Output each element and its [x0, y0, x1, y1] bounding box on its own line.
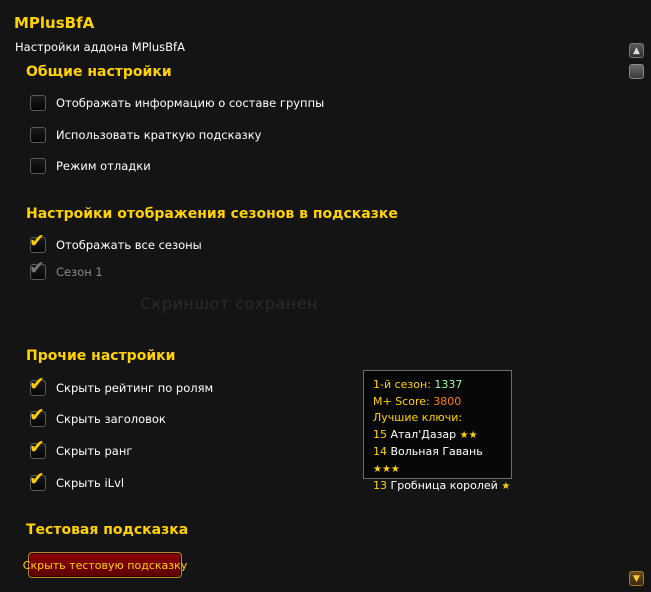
key-level: 14	[373, 445, 387, 458]
option-hide-header[interactable]: ✔ Скрыть заголовок	[29, 406, 166, 429]
option-show-group-info[interactable]: Отображать информацию о составе группы	[30, 93, 324, 113]
scrollbar-thumb[interactable]	[629, 64, 644, 79]
tooltip-season-key: 1-й сезон:	[373, 378, 431, 391]
key-level: 15	[373, 427, 387, 441]
checkmark-icon: ✔	[29, 373, 45, 395]
option-label: Сезон 1	[56, 265, 103, 279]
tooltip-score-value: 3800	[433, 394, 462, 408]
option-label: Режим отладки	[56, 159, 151, 173]
tooltip-best-keys-label: Лучшие ключи:	[373, 411, 463, 424]
option-label: Скрыть заголовок	[56, 412, 166, 426]
key-level: 13	[373, 479, 387, 492]
tooltip-key-row: 14 Вольная Гавань ★★★	[373, 444, 511, 478]
checkbox-season-1: ✔	[29, 259, 46, 280]
checkmark-icon: ✔	[29, 257, 45, 279]
option-label: Отображать все сезоны	[56, 238, 202, 252]
general-settings-header: Общие настройки	[26, 64, 172, 80]
tooltip-key-row: 15 Атал'Дазар ★★	[373, 427, 511, 445]
scroll-down-button[interactable]: ▼	[629, 571, 644, 586]
option-label: Отображать информацию о составе группы	[56, 96, 325, 110]
checkbox-debug-mode[interactable]	[30, 158, 46, 174]
option-debug-mode[interactable]: Режим отладки	[30, 156, 151, 176]
settings-subtitle: Настройки аддона MPlusBfA	[15, 40, 185, 54]
option-label: Скрыть iLvl	[56, 476, 125, 490]
checkbox-hide-ilvl[interactable]: ✔	[29, 470, 46, 491]
addon-title: MPlusBfA	[14, 14, 95, 32]
tooltip-preview: 1-й сезон: 1337 M+ Score: 3800 Лучшие кл…	[363, 370, 512, 492]
tooltip-season-value: 1337	[434, 378, 463, 391]
chevron-down-icon: ▼	[633, 573, 640, 584]
option-label: Использовать краткую подсказку	[56, 128, 262, 142]
tooltip-season-line: 1-й сезон: 1337	[373, 377, 511, 394]
checkbox-show-all-seasons[interactable]: ✔	[29, 232, 46, 253]
checkbox-hide-header[interactable]: ✔	[29, 406, 46, 427]
checkbox-hide-rank[interactable]: ✔	[29, 438, 46, 459]
checkmark-icon: ✔	[29, 404, 45, 426]
option-show-all-seasons[interactable]: ✔ Отображать все сезоны	[29, 232, 202, 255]
key-dungeon: Атал'Дазар	[390, 427, 457, 441]
seasons-settings-header: Настройки отображения сезонов в подсказк…	[26, 206, 398, 222]
checkmark-icon: ✔	[29, 468, 45, 490]
checkbox-show-group-info[interactable]	[30, 95, 46, 111]
option-label: Скрыть ранг	[56, 444, 133, 458]
key-dungeon: Гробница королей	[390, 479, 498, 492]
option-hide-role-rating[interactable]: ✔ Скрыть рейтинг по ролям	[29, 375, 214, 398]
option-season-1: ✔ Сезон 1	[29, 259, 103, 282]
test-tooltip-header: Тестовая подсказка	[26, 522, 189, 538]
checkmark-icon: ✔	[29, 230, 45, 252]
other-settings-header: Прочие настройки	[26, 348, 176, 364]
option-label: Скрыть рейтинг по ролям	[56, 381, 214, 395]
background-ghost-text: Скриншот сохранен	[140, 294, 318, 313]
tooltip-key-row: 13 Гробница королей ★	[373, 478, 511, 496]
option-short-tooltip[interactable]: Использовать краткую подсказку	[30, 125, 261, 145]
scroll-up-button[interactable]: ▲	[629, 43, 644, 58]
chevron-up-icon: ▲	[633, 45, 640, 56]
key-dungeon: Вольная Гавань	[390, 445, 483, 458]
tooltip-score-key: M+ Score:	[373, 394, 430, 408]
checkbox-hide-role-rating[interactable]: ✔	[29, 375, 46, 396]
tooltip-score-line: M+ Score: 3800	[373, 394, 511, 411]
star-icon: ★	[501, 481, 511, 492]
checkmark-icon: ✔	[29, 436, 45, 458]
star-icon: ★★	[459, 429, 478, 441]
option-hide-rank[interactable]: ✔ Скрыть ранг	[29, 438, 133, 461]
checkbox-short-tooltip[interactable]	[30, 127, 46, 143]
option-hide-ilvl[interactable]: ✔ Скрыть iLvl	[29, 470, 125, 493]
hide-test-tooltip-button[interactable]: Скрыть тестовую подсказку	[23, 552, 187, 578]
star-icon: ★★★	[373, 463, 400, 475]
